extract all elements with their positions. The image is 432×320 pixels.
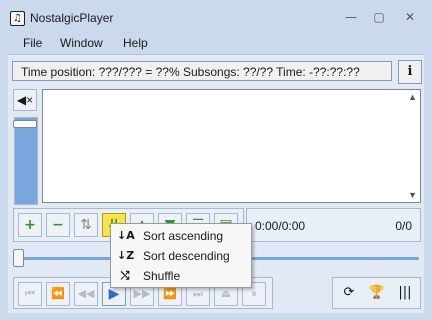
sort-descending-item[interactable]: ↓Z Sort descending xyxy=(111,246,251,266)
menu-window[interactable]: Window xyxy=(60,36,103,50)
remove-icon[interactable]: − xyxy=(46,213,70,237)
sort-descending-label: Sort descending xyxy=(143,249,230,263)
sort-menu: ↓A Sort ascending ↓Z Sort descending ⤭ S… xyxy=(110,223,252,288)
rewind-icon[interactable]: ◀◀ xyxy=(74,282,98,306)
mute-speaker-icon[interactable]: ◀× xyxy=(13,89,37,111)
sort-descending-icon: ↓Z xyxy=(117,249,135,262)
previous-song-icon[interactable]: ⏪ xyxy=(46,282,70,306)
loop-icon[interactable]: ⟳ xyxy=(338,282,360,304)
volume-slider[interactable] xyxy=(13,117,38,205)
sort-ascending-item[interactable]: ↓A Sort ascending xyxy=(111,226,251,246)
aux-controls: ⟳ 🏆 ||| xyxy=(332,277,421,309)
menu-help[interactable]: Help xyxy=(123,36,148,50)
minimize-button[interactable]: — xyxy=(339,8,363,26)
previous-module-icon[interactable]: ⏮ xyxy=(18,282,42,306)
title-bar: ♫ NostalgicPlayer — ▢ ✕ xyxy=(0,0,432,34)
info-icon[interactable]: i xyxy=(398,60,422,84)
scroll-down-icon[interactable]: ▼ xyxy=(408,190,417,200)
window-title: NostalgicPlayer xyxy=(30,11,114,25)
playlist-box[interactable]: ▲ ▼ xyxy=(42,89,421,203)
shuffle-icon: ⤭ xyxy=(120,269,130,282)
close-button[interactable]: ✕ xyxy=(398,8,422,26)
volume-slider-handle[interactable] xyxy=(13,120,37,128)
add-icon[interactable]: + xyxy=(18,213,42,237)
module-info-bar: Time position: ???/??? = ??% Subsongs: ?… xyxy=(12,61,392,81)
total-time: 0:00/0:00 xyxy=(255,219,306,233)
sample-info-icon[interactable]: ||| xyxy=(394,282,416,304)
position-slider-handle[interactable] xyxy=(13,249,24,267)
maximize-button[interactable]: ▢ xyxy=(367,8,391,26)
trophy-icon[interactable]: 🏆 xyxy=(366,282,388,304)
sort-ascending-label: Sort ascending xyxy=(143,229,224,243)
scroll-up-icon[interactable]: ▲ xyxy=(408,92,417,102)
playlist-time-panel: 0:00/0:00 0/0 xyxy=(246,208,421,242)
sort-ascending-icon: ↓A xyxy=(117,229,135,242)
menu-bar: File Window Help xyxy=(8,34,424,54)
module-count: 0/0 xyxy=(395,219,412,233)
shuffle-item[interactable]: ⤭ Shuffle xyxy=(111,266,251,286)
app-icon: ♫ xyxy=(10,11,25,26)
shuffle-label: Shuffle xyxy=(143,269,181,283)
menu-file[interactable]: File xyxy=(23,36,42,50)
swap-icon[interactable]: ⇅ xyxy=(74,213,98,237)
